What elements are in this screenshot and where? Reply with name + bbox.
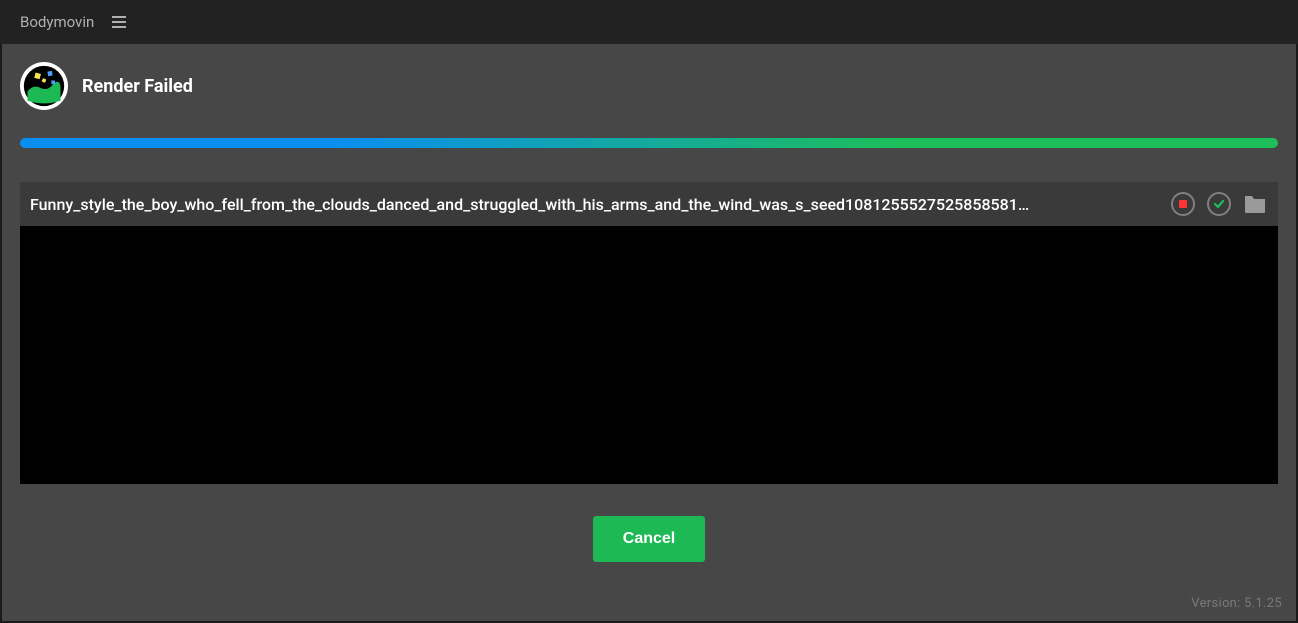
- open-folder-button[interactable]: [1242, 191, 1268, 217]
- progress-bar: [20, 138, 1278, 148]
- render-item-row: Funny_style_the_boy_who_fell_from_the_cl…: [20, 182, 1278, 226]
- check-circle-icon: [1207, 192, 1231, 216]
- folder-icon: [1243, 193, 1267, 215]
- item-filename: Funny_style_the_boy_who_fell_from_the_cl…: [30, 195, 1160, 214]
- status-title: Render Failed: [82, 76, 193, 97]
- main-panel: Render Failed Funny_style_the_boy_who_fe…: [2, 44, 1296, 621]
- version-label: Version: 5.1.25: [1191, 596, 1282, 611]
- menu-icon[interactable]: [112, 16, 126, 28]
- title-bar: Bodymovin: [0, 0, 1298, 44]
- footer-row: Cancel: [20, 484, 1278, 562]
- cancel-button[interactable]: Cancel: [593, 516, 705, 562]
- status-success-button[interactable]: [1206, 191, 1232, 217]
- app-name: Bodymovin: [20, 13, 94, 31]
- record-icon: [1171, 192, 1195, 216]
- app-logo-icon: [20, 62, 68, 110]
- header-row: Render Failed: [20, 62, 1278, 110]
- record-button[interactable]: [1170, 191, 1196, 217]
- preview-area: [20, 226, 1278, 484]
